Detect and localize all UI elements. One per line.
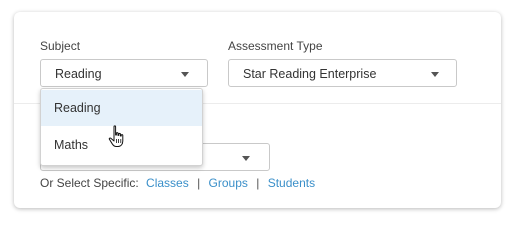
select-specific-row: Or Select Specific: Classes | Groups | S… (40, 176, 315, 190)
subject-select[interactable]: Reading (40, 59, 208, 87)
groups-link[interactable]: Groups (209, 176, 248, 190)
separator: | (197, 176, 201, 190)
subject-label: Subject (40, 39, 81, 53)
assessment-type-select-value: Star Reading Enterprise (243, 67, 377, 81)
hand-pointer-icon (108, 125, 124, 147)
select-specific-label: Or Select Specific: (40, 176, 139, 190)
dropdown-option-reading[interactable]: Reading (41, 90, 202, 126)
classes-link[interactable]: Classes (146, 176, 189, 190)
assessment-type-select[interactable]: Star Reading Enterprise (228, 59, 457, 87)
subject-select-value: Reading (55, 67, 102, 81)
dropdown-option-label: Reading (54, 101, 101, 115)
chevron-down-icon (181, 72, 189, 77)
students-link[interactable]: Students (268, 176, 315, 190)
chevron-down-icon (431, 72, 439, 77)
chevron-down-icon (242, 156, 250, 161)
filter-panel: Subject Reading Assessment Type Star Rea… (14, 12, 501, 208)
assessment-type-label: Assessment Type (228, 39, 323, 53)
dropdown-option-label: Maths (54, 138, 89, 152)
separator: | (256, 176, 260, 190)
